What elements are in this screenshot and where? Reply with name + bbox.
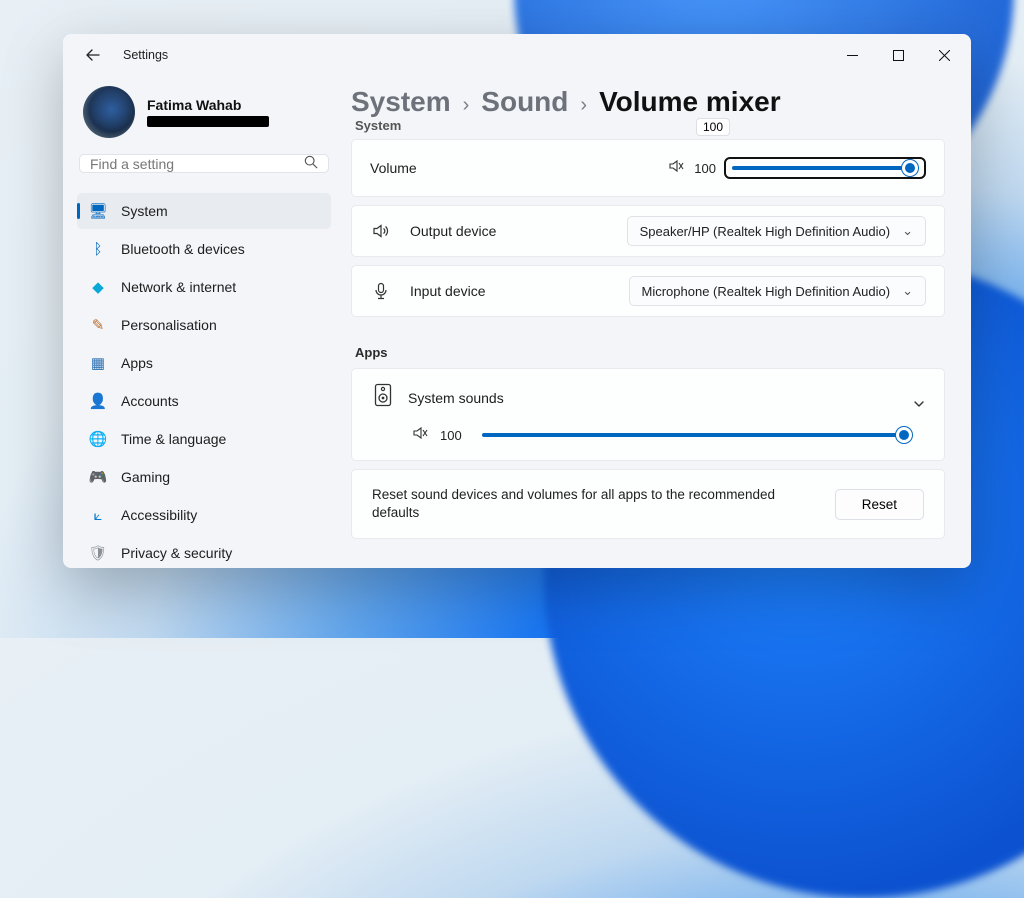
- profile-email-redacted: [147, 116, 269, 127]
- accounts-icon: 👤: [89, 392, 107, 410]
- window-title: Settings: [123, 48, 168, 62]
- volume-label: Volume: [370, 160, 417, 176]
- input-device-label: Input device: [410, 283, 486, 299]
- sidebar-item-accessibility[interactable]: ⟀ Accessibility: [77, 497, 331, 533]
- maximize-button[interactable]: [875, 34, 921, 76]
- input-device-value: Microphone (Realtek High Definition Audi…: [642, 284, 891, 299]
- chevron-right-icon: ›: [463, 94, 470, 117]
- sidebar-item-label: Accessibility: [121, 507, 197, 523]
- titlebar: Settings: [63, 34, 971, 76]
- sidebar-item-privacy[interactable]: 🛡 Privacy & security: [77, 535, 331, 568]
- section-apps-label: Apps: [355, 345, 945, 360]
- chevron-down-icon: ⌄: [902, 283, 913, 299]
- sidebar-item-label: Apps: [121, 355, 153, 371]
- app-system-sounds-card: System sounds 100: [351, 368, 945, 461]
- crumb-sound[interactable]: Sound: [481, 86, 568, 118]
- volume-slider[interactable]: [724, 157, 926, 179]
- bluetooth-icon: ᛒ: [89, 240, 107, 258]
- settings-window: Settings Fatima Wahab Find a setting: [63, 34, 971, 568]
- speaker-icon: [370, 222, 392, 240]
- volume-value: 100: [694, 161, 716, 176]
- sidebar-item-label: Time & language: [121, 431, 226, 447]
- system-sounds-icon: [374, 383, 392, 412]
- sidebar-item-label: Gaming: [121, 469, 170, 485]
- sidebar-item-time[interactable]: 🌐 Time & language: [77, 421, 331, 457]
- search-input[interactable]: Find a setting: [79, 154, 329, 173]
- gaming-icon: 🎮: [89, 468, 107, 486]
- apps-icon: ▦: [89, 354, 107, 372]
- speaker-mute-icon[interactable]: [412, 425, 428, 446]
- personalisation-icon: ✎: [89, 316, 107, 334]
- sidebar-item-gaming[interactable]: 🎮 Gaming: [77, 459, 331, 495]
- sidebar-item-label: Bluetooth & devices: [121, 241, 245, 257]
- accessibility-icon: ⟀: [89, 506, 107, 524]
- microphone-icon: [370, 282, 392, 300]
- sidebar-item-system[interactable]: 🖥 System: [77, 193, 331, 229]
- crumb-current: Volume mixer: [599, 86, 781, 118]
- chevron-right-icon: ›: [580, 94, 587, 117]
- chevron-down-icon: ⌄: [902, 223, 913, 239]
- main-content: System › Sound › Volume mixer System Vol…: [345, 76, 971, 568]
- section-system-label: System: [355, 118, 945, 133]
- sidebar-item-label: Accounts: [121, 393, 179, 409]
- system-icon: 🖥: [89, 202, 107, 220]
- app-title: System sounds: [408, 390, 504, 406]
- avatar: [83, 86, 135, 138]
- profile[interactable]: Fatima Wahab: [77, 82, 331, 154]
- network-icon: ◆: [89, 278, 107, 296]
- sidebar-item-label: Personalisation: [121, 317, 217, 333]
- input-device-card: Input device Microphone (Realtek High De…: [351, 265, 945, 317]
- reset-button[interactable]: Reset: [835, 489, 924, 520]
- reset-card: Reset sound devices and volumes for all …: [351, 469, 945, 539]
- search-icon: [304, 155, 318, 172]
- output-device-value: Speaker/HP (Realtek High Definition Audi…: [640, 224, 891, 239]
- privacy-icon: 🛡: [89, 544, 107, 562]
- speaker-mute-icon[interactable]: [668, 158, 684, 179]
- time-icon: 🌐: [89, 430, 107, 448]
- sidebar: Fatima Wahab Find a setting 🖥 System ᛒ Blue…: [63, 76, 345, 568]
- sidebar-item-label: Network & internet: [121, 279, 236, 295]
- output-device-card: Output device Speaker/HP (Realtek High D…: [351, 205, 945, 257]
- output-device-select[interactable]: Speaker/HP (Realtek High Definition Audi…: [627, 216, 926, 246]
- sidebar-item-personalisation[interactable]: ✎ Personalisation: [77, 307, 331, 343]
- sidebar-item-label: Privacy & security: [121, 545, 232, 561]
- sidebar-item-bluetooth[interactable]: ᛒ Bluetooth & devices: [77, 231, 331, 267]
- volume-card: Volume 100 100: [351, 139, 945, 197]
- app-volume-slider[interactable]: [482, 424, 912, 446]
- minimize-button[interactable]: [829, 34, 875, 76]
- output-device-label: Output device: [410, 223, 496, 239]
- app-volume-value: 100: [440, 428, 462, 443]
- input-device-select[interactable]: Microphone (Realtek High Definition Audi…: [629, 276, 926, 306]
- breadcrumb: System › Sound › Volume mixer: [351, 80, 945, 122]
- reset-description: Reset sound devices and volumes for all …: [372, 486, 812, 522]
- back-button[interactable]: [85, 47, 109, 63]
- search-placeholder: Find a setting: [90, 156, 174, 172]
- sidebar-item-network[interactable]: ◆ Network & internet: [77, 269, 331, 305]
- sidebar-item-label: System: [121, 203, 168, 219]
- nav: 🖥 System ᛒ Bluetooth & devices ◆ Network & in…: [77, 193, 331, 568]
- sidebar-item-apps[interactable]: ▦ Apps: [77, 345, 331, 381]
- close-button[interactable]: [921, 34, 967, 76]
- expand-button[interactable]: [912, 397, 926, 416]
- sidebar-item-accounts[interactable]: 👤 Accounts: [77, 383, 331, 419]
- volume-tooltip: 100: [696, 118, 730, 136]
- profile-name: Fatima Wahab: [147, 97, 269, 113]
- crumb-system[interactable]: System: [351, 86, 451, 118]
